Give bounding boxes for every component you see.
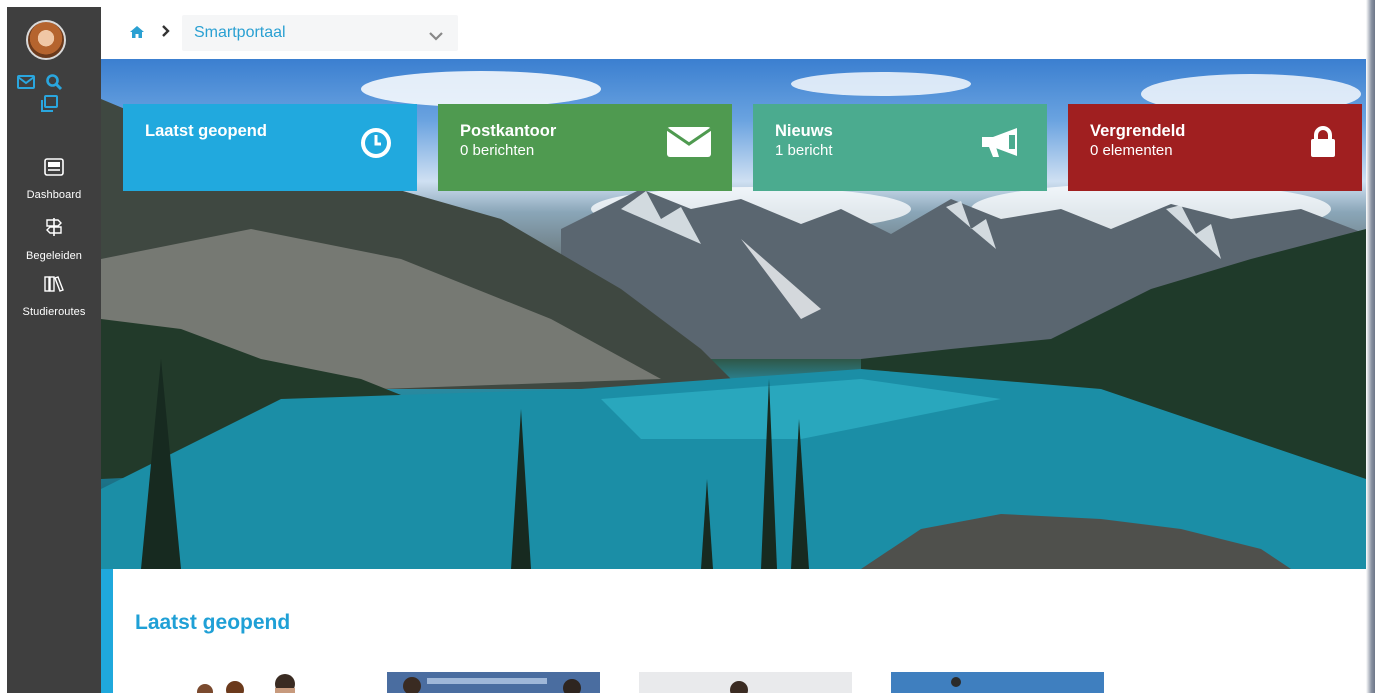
tile-vergrendeld[interactable]: Vergrendeld 0 elementen — [1068, 104, 1362, 191]
right-edge-shadow — [1366, 0, 1375, 693]
search-icon[interactable] — [45, 73, 63, 96]
sidebar-item-label: Begeleiden — [25, 250, 83, 262]
home-icon[interactable] — [129, 25, 145, 44]
sidebar-item-label: Dashboard — [26, 189, 82, 201]
chevron-down-icon — [428, 28, 444, 46]
avatar[interactable] — [26, 20, 66, 60]
section-title: Laatst geopend — [135, 611, 291, 634]
recent-item-thumbnail[interactable] — [135, 672, 348, 693]
breadcrumb-select[interactable]: Smartportaal — [182, 15, 458, 51]
section-accent-bar — [101, 569, 113, 693]
books-icon — [7, 275, 101, 298]
hero-banner: Laatst geopend Postkantoor 0 berichten N… — [101, 59, 1366, 569]
windows-icon[interactable] — [39, 94, 59, 119]
sidebar-item-studieroutes[interactable]: Studieroutes — [7, 275, 101, 320]
mail-icon[interactable] — [17, 74, 35, 94]
sidebar-quick-icons — [7, 73, 101, 117]
signpost-icon — [7, 217, 101, 242]
tile-laatst-geopend[interactable]: Laatst geopend — [123, 104, 417, 191]
left-edge — [0, 0, 7, 693]
keyboard-icon — [7, 158, 101, 181]
breadcrumb-current: Smartportaal — [194, 24, 286, 41]
sidebar-item-dashboard[interactable]: Dashboard — [7, 158, 101, 203]
chevron-right-icon — [161, 24, 171, 43]
recent-item-thumbnail[interactable] — [639, 672, 852, 693]
tile-postkantoor[interactable]: Postkantoor 0 berichten — [438, 104, 732, 191]
sidebar: Dashboard Begeleiden Studieroutes — [7, 7, 101, 693]
tile-nieuws[interactable]: Nieuws 1 bericht — [753, 104, 1047, 191]
recent-item-thumbnail[interactable] — [891, 672, 1104, 693]
sidebar-item-begeleiden[interactable]: Begeleiden — [7, 217, 101, 264]
recent-section: Laatst geopend — [101, 569, 1366, 693]
topbar: Smartportaal — [101, 7, 1366, 59]
recent-item-thumbnail[interactable] — [387, 672, 600, 693]
sidebar-item-label: Studieroutes — [22, 306, 86, 318]
